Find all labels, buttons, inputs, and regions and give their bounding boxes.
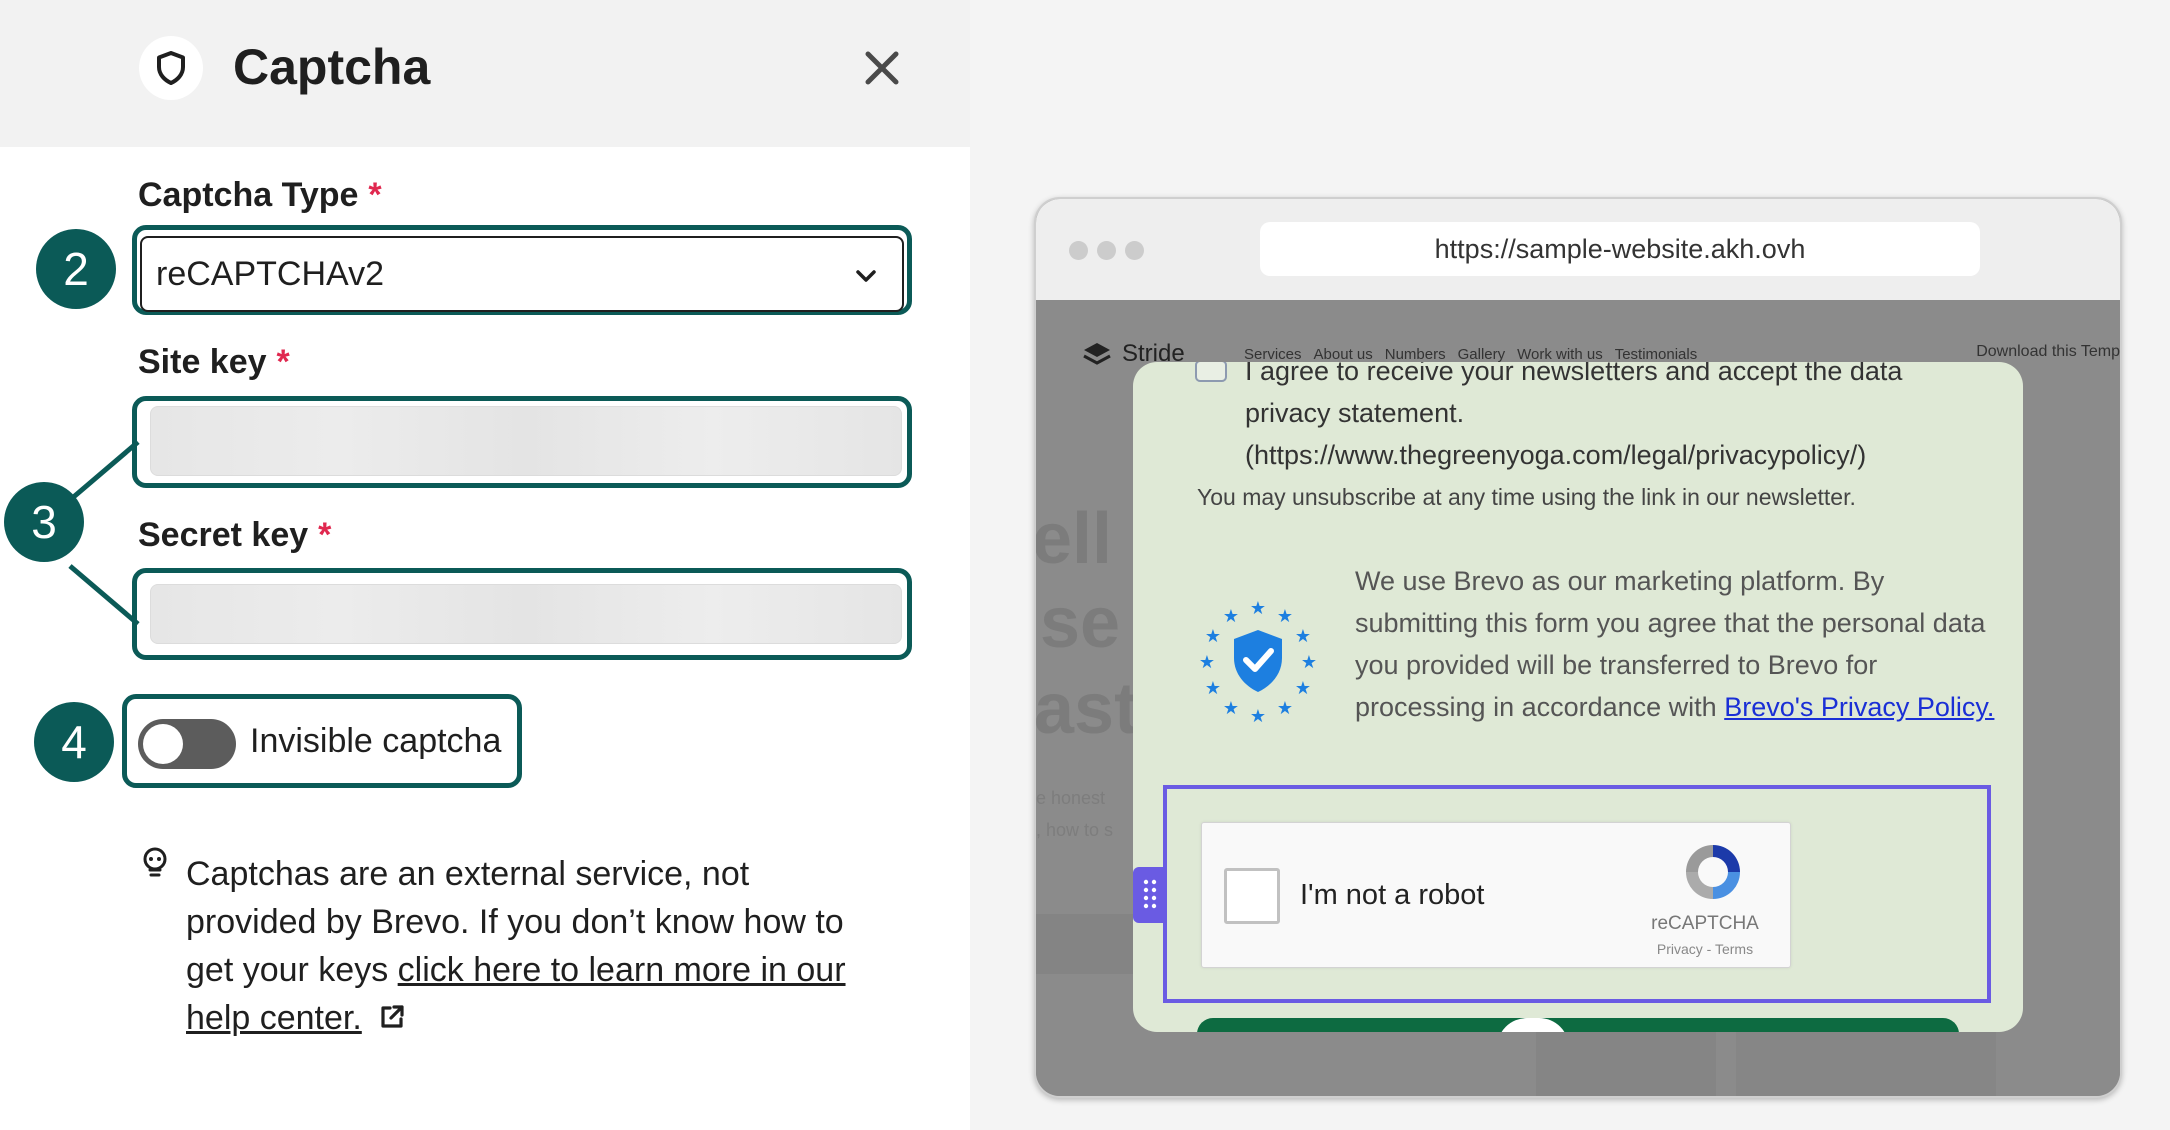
secret-key-label: Secret key * [138,516,332,554]
step-badge-4: 4 [34,702,114,782]
panel-header: Captcha [0,0,970,147]
background-heading-fragment: ast [1034,669,1139,749]
site-nav-item[interactable]: Services [1244,346,1302,363]
toggle-knob [143,724,183,764]
site-key-input[interactable] [150,406,902,476]
recaptcha-widget: I'm not a robot reCAPTCHA Privacy - Term… [1201,822,1791,968]
site-nav-item[interactable]: Gallery [1458,346,1506,363]
layers-icon [1083,343,1111,365]
svg-text:★: ★ [1205,678,1221,699]
invisible-captcha-toggle[interactable] [138,719,236,769]
svg-text:★: ★ [1223,606,1239,627]
background-button [1036,914,1136,974]
unsubscribe-text: You may unsubscribe at any time using th… [1197,484,1856,510]
recaptcha-terms-link[interactable]: Privacy - Terms [1630,941,1780,957]
drag-handle[interactable] [1133,867,1167,923]
brevo-notice: We use Brevo as our marketing platform. … [1355,560,1995,728]
svg-text:★: ★ [1277,698,1293,719]
recaptcha-label: I'm not a robot [1300,879,1485,911]
chevron-down-icon [856,270,876,282]
button-indicator [1497,1018,1569,1032]
svg-text:★: ★ [1250,706,1266,726]
drag-dots-icon [1143,879,1157,909]
window-dot [1125,241,1144,260]
gdpr-shield-icon: ★ ★★ ★★★ ★★★ ★★★ [1199,598,1317,726]
captcha-info-text: Captchas are an external service, not pr… [186,850,886,1042]
browser-toolbar: https://sample-website.akh.ovh [1036,199,2120,300]
recaptcha-brand: reCAPTCHA [1651,913,1759,934]
secret-key-input[interactable] [150,584,902,644]
step-badge-3: 3 [4,482,84,562]
svg-text:★: ★ [1250,598,1266,619]
svg-text:★: ★ [1199,652,1215,673]
invisible-captcha-label: Invisible captcha [250,722,502,760]
lightbulb-icon [143,847,167,877]
svg-text:★: ★ [1295,678,1311,699]
svg-text:★: ★ [1205,626,1221,647]
step-badge-2: 2 [36,229,116,309]
site-nav-item[interactable]: Testimonials [1615,346,1698,363]
svg-text:★: ★ [1277,606,1293,627]
background-text-fragment: e honest [1036,788,1106,808]
background-text-fragment: , how to s [1036,820,1114,840]
site-nav-item[interactable]: Work with us [1517,346,1603,363]
captcha-type-label: Captcha Type * [138,176,382,214]
background-heading-fragment: se [1040,583,1121,663]
download-link[interactable]: Download this Temp [1976,343,2120,361]
svg-text:★: ★ [1295,626,1311,647]
address-bar[interactable]: https://sample-website.akh.ovh [1260,222,1980,276]
site-nav-item[interactable]: Numbers [1385,346,1446,363]
background-heading-fragment: ell [1034,499,1113,579]
consent-text: I agree to receive your newsletters and … [1245,362,1903,470]
captcha-type-select[interactable]: reCAPTCHAv2 [140,236,904,312]
brevo-privacy-link[interactable]: Brevo's Privacy Policy. [1724,692,1994,722]
recaptcha-checkbox[interactable] [1224,868,1280,924]
recaptcha-logo-icon [1686,845,1740,899]
site-nav-item[interactable]: About us [1314,346,1373,363]
external-link-icon[interactable] [376,1001,408,1033]
window-dot [1097,241,1116,260]
svg-text:★: ★ [1301,652,1317,673]
panel-title: Captcha [233,39,431,95]
shield-icon [139,36,203,100]
close-icon[interactable] [858,44,906,92]
window-dot [1069,241,1088,260]
newsletter-popup: I agree to receive your newsletters and … [1133,362,2023,1032]
site-key-label: Site key * [138,343,290,381]
subscribe-button[interactable] [1197,1018,1959,1032]
svg-text:★: ★ [1223,698,1239,719]
consent-checkbox[interactable] [1195,362,1227,382]
captcha-type-value: reCAPTCHAv2 [156,254,384,293]
captcha-settings-panel: Captcha Captcha Type * reCAPTCHAv2 2 Site… [0,0,970,1130]
site-nav: Services About us Numbers Gallery Work w… [1244,346,1697,363]
